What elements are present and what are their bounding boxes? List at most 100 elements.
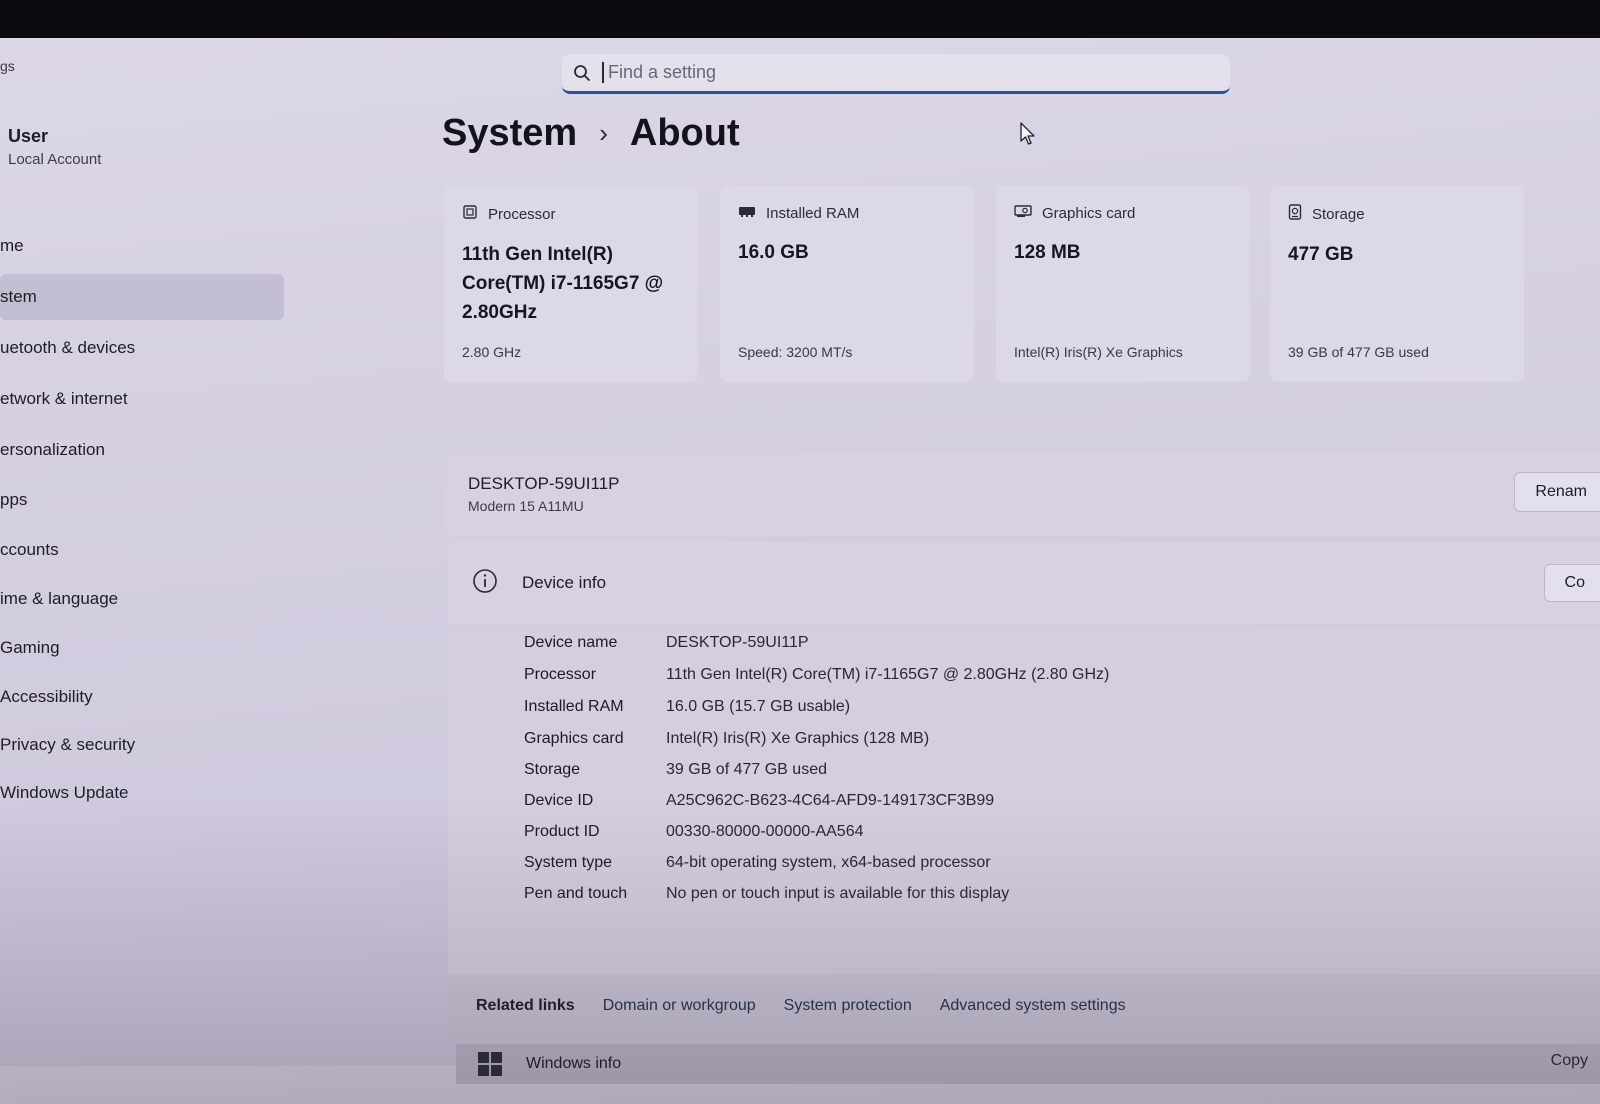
card-label: Processor xyxy=(488,205,556,223)
spec-value: 00330-80000-00000-AA564 xyxy=(666,823,864,840)
windows-logo-icon xyxy=(478,1052,502,1076)
sidebar-item-gaming[interactable]: Gaming xyxy=(0,625,284,671)
card-footer: 39 GB of 477 GB used xyxy=(1288,344,1429,360)
sidebar-item-label: Privacy & security xyxy=(0,735,136,754)
spec-label: Installed RAM xyxy=(524,698,624,715)
spec-label: Device name xyxy=(524,634,618,651)
sidebar-item-windows-update[interactable]: Windows Update xyxy=(0,770,284,816)
sidebar-item-label: Windows Update xyxy=(0,783,129,802)
spec-label: Storage xyxy=(524,761,581,778)
storage-card: Storage 477 GB 39 GB of 477 GB used xyxy=(1270,186,1524,382)
sidebar-item-system[interactable]: stem xyxy=(0,274,284,320)
spec-value: 16.0 GB (15.7 GB usable) xyxy=(666,698,851,715)
card-value: 477 GB xyxy=(1288,244,1354,265)
sidebar-item-label: Gaming xyxy=(0,638,60,657)
spec-row: Device ID A25C962C-B623-4C64-AFD9-149173… xyxy=(524,792,994,810)
card-footer: Intel(R) Iris(R) Xe Graphics xyxy=(1014,344,1183,360)
processor-icon xyxy=(462,204,478,224)
sidebar-item-bluetooth-devices[interactable]: uetooth & devices xyxy=(0,325,284,371)
card-footer: Speed: 3200 MT/s xyxy=(738,344,853,360)
breadcrumb-system[interactable]: System xyxy=(442,112,577,155)
device-name: DESKTOP-59UI11P xyxy=(468,474,620,493)
spec-row: Product ID 00330-80000-00000-AA564 xyxy=(524,823,864,841)
spec-value: 39 GB of 477 GB used xyxy=(666,761,827,778)
breadcrumb: System › About xyxy=(442,112,740,155)
profile-account-type: Local Account xyxy=(8,151,102,168)
spec-label: Pen and touch xyxy=(524,885,628,902)
screen-bezel xyxy=(0,0,1600,38)
card-footer: 2.80 GHz xyxy=(462,344,522,360)
device-info-title: Device info xyxy=(522,573,607,592)
sidebar-item-personalization[interactable]: ersonalization xyxy=(0,427,284,473)
profile-name: User xyxy=(8,126,49,146)
user-profile[interactable]: User Local Account xyxy=(8,126,101,168)
installed-ram-card: Installed RAM 16.0 GB Speed: 3200 MT/s xyxy=(720,186,974,382)
sidebar-item-label: ime & language xyxy=(0,589,119,608)
spec-row: Pen and touch No pen or touch input is a… xyxy=(524,885,1009,903)
spec-row: Storage 39 GB of 477 GB used xyxy=(524,761,827,779)
device-name-panel: DESKTOP-59UI11P Modern 15 A11MU Renam xyxy=(446,452,1600,536)
page-title: About xyxy=(629,112,740,154)
storage-icon xyxy=(1288,204,1302,224)
sidebar-item-label: ersonalization xyxy=(0,440,105,459)
search-icon xyxy=(562,64,602,82)
search-input[interactable] xyxy=(602,62,1212,83)
sidebar-item-accounts[interactable]: ccounts xyxy=(0,527,284,573)
domain-workgroup-link[interactable]: Domain or workgroup xyxy=(603,997,756,1015)
graphics-card-card: Graphics card 128 MB Intel(R) Iris(R) Xe… xyxy=(996,186,1250,382)
spec-row: Device name DESKTOP-59UI11P xyxy=(524,634,809,652)
card-label: Graphics card xyxy=(1042,204,1136,222)
sidebar-item-label: pps xyxy=(0,490,28,509)
spec-value: A25C962C-B623-4C64-AFD9-149173CF3B99 xyxy=(666,792,995,809)
graphics-card-icon xyxy=(1014,204,1032,222)
device-info-header[interactable]: Device info Co xyxy=(448,542,1600,624)
sidebar-item-privacy-security[interactable]: Privacy & security xyxy=(0,722,284,768)
sidebar-item-home[interactable]: me xyxy=(0,223,284,269)
card-label: Storage xyxy=(1312,205,1365,223)
rename-button[interactable]: Renam xyxy=(1514,472,1600,512)
spec-label: Device ID xyxy=(524,792,594,809)
related-links-bar: Related links Domain or workgroup System… xyxy=(448,976,1600,1036)
spec-value: Intel(R) Iris(R) Xe Graphics (128 MB) xyxy=(666,730,930,747)
card-label: Installed RAM xyxy=(766,204,860,222)
copy-device-info-button[interactable]: Co xyxy=(1543,564,1600,602)
spec-label: System type xyxy=(524,854,613,871)
spec-label: Processor xyxy=(524,666,597,683)
sidebar-item-label: ccounts xyxy=(0,540,59,559)
spec-value: 11th Gen Intel(R) Core(TM) i7-1165G7 @ 2… xyxy=(666,666,1110,683)
spec-value: 64-bit operating system, x64-based proce… xyxy=(666,854,991,871)
sidebar-item-apps[interactable]: pps xyxy=(0,477,284,523)
spec-row: System type 64-bit operating system, x64… xyxy=(524,854,991,872)
related-links-label: Related links xyxy=(476,997,575,1014)
settings-window: gs User Local Account me stem uetooth & … xyxy=(0,38,1600,1104)
spec-value: DESKTOP-59UI11P xyxy=(666,634,809,651)
spec-row: Processor 11th Gen Intel(R) Core(TM) i7-… xyxy=(524,666,1109,684)
chevron-right-icon: › xyxy=(599,118,608,148)
windows-info-title: Windows info xyxy=(526,1055,622,1072)
sidebar-item-label: uetooth & devices xyxy=(0,338,136,357)
sidebar-item-accessibility[interactable]: Accessibility xyxy=(0,674,284,720)
app-title: gs xyxy=(0,58,15,74)
windows-info-header[interactable]: Windows info Copy xyxy=(456,1044,1600,1084)
sidebar-item-label: me xyxy=(0,236,24,255)
spec-row: Installed RAM 16.0 GB (15.7 GB usable) xyxy=(524,698,850,716)
spec-value: No pen or touch input is available for t… xyxy=(666,885,1010,902)
card-value: 128 MB xyxy=(1014,242,1081,263)
spec-label: Product ID xyxy=(524,823,600,840)
system-protection-link[interactable]: System protection xyxy=(784,997,912,1015)
card-value: 11th Gen Intel(R) Core(TM) i7-1165G7 @ 2… xyxy=(462,244,664,323)
copy-windows-info-button[interactable]: Copy xyxy=(1551,1052,1588,1070)
info-icon xyxy=(472,568,498,599)
sidebar-item-label: Accessibility xyxy=(0,687,93,706)
advanced-system-settings-link[interactable]: Advanced system settings xyxy=(940,997,1126,1015)
sidebar-item-label: etwork & internet xyxy=(0,389,128,408)
spec-label: Graphics card xyxy=(524,730,624,747)
mouse-cursor-icon xyxy=(1020,122,1036,151)
processor-card: Processor 11th Gen Intel(R) Core(TM) i7-… xyxy=(444,186,698,382)
sidebar-item-network-internet[interactable]: etwork & internet xyxy=(0,376,284,422)
search-box[interactable] xyxy=(562,54,1230,94)
sidebar-item-label: stem xyxy=(0,287,37,306)
spec-row: Graphics card Intel(R) Iris(R) Xe Graphi… xyxy=(524,730,929,748)
card-value: 16.0 GB xyxy=(738,242,809,263)
sidebar-item-time-language[interactable]: ime & language xyxy=(0,576,284,622)
